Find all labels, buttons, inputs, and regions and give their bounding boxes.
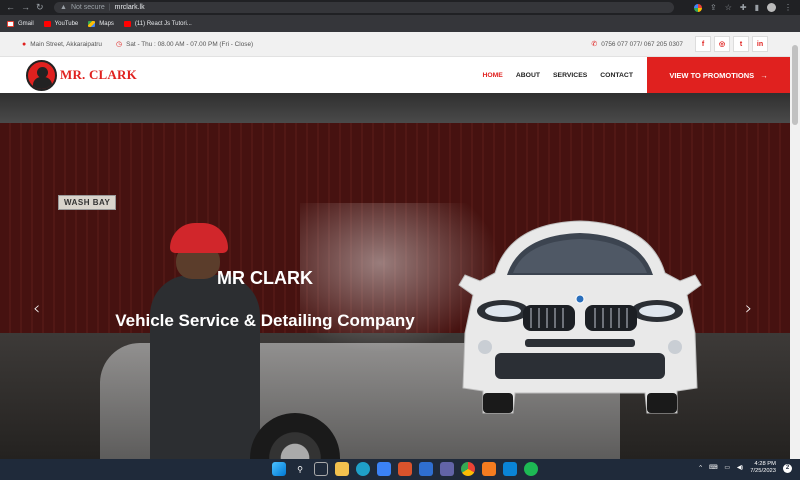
vscode-icon[interactable] [503, 462, 517, 476]
main-nav: HOME ABOUT SERVICES CONTACT [482, 72, 633, 79]
facebook-icon[interactable]: f [695, 36, 711, 52]
address-text: Main Street, Akkaraipatru [30, 40, 102, 48]
star-icon[interactable]: ☆ [725, 3, 732, 12]
clock-date: 7/25/2023 [750, 468, 776, 474]
forward-icon[interactable]: → [21, 2, 30, 13]
instagram-icon[interactable]: ◎ [714, 36, 730, 52]
site-topbar: ● Main Street, Akkaraipatru ◷ Sat - Thu … [0, 32, 790, 57]
hero-slider: WASH BAY MR CLARK Vehicle Service & Deta… [0, 93, 790, 459]
keyboard-icon[interactable]: ⌨ [709, 465, 717, 471]
scroll-thumb[interactable] [792, 45, 798, 125]
clock-time: 4:28 PM [754, 461, 776, 467]
wash-bay-sign: WASH BAY [58, 195, 117, 210]
reload-icon[interactable]: ↻ [36, 2, 44, 13]
logo[interactable]: MR. CLARK [26, 59, 137, 91]
back-icon[interactable]: ← [6, 2, 15, 13]
view-promotions-button[interactable]: VIEW TO PROMOTIONS → [647, 57, 790, 93]
edge-icon[interactable] [356, 462, 370, 476]
url-text: mrclark.lk [114, 4, 145, 11]
bookmark-gmail[interactable]: Gmail [7, 20, 34, 27]
chrome-icon[interactable] [461, 462, 475, 476]
location-pin-icon: ● [22, 40, 27, 48]
chevron-left-icon[interactable]: ‹ [33, 298, 40, 319]
profile-avatar[interactable] [767, 3, 776, 12]
network-icon[interactable]: ▭ [724, 465, 729, 471]
store-icon[interactable] [377, 462, 391, 476]
bookmark-youtube[interactable]: YouTube [43, 20, 78, 27]
nav-contact[interactable]: CONTACT [600, 72, 633, 79]
bookmark-react[interactable]: (11) React Js Tutori... [123, 20, 192, 27]
hero-title: MR CLARK [217, 268, 313, 288]
hours-text: Sat - Thu : 08.00 AM - 07.00 PM (Fri - C… [126, 40, 254, 48]
nav-services[interactable]: SERVICES [553, 72, 587, 79]
extensions-icon[interactable]: ✚ [740, 3, 747, 12]
worker-figure [140, 223, 260, 459]
site-header: MR. CLARK HOME ABOUT SERVICES CONTACT VI… [0, 57, 790, 93]
google-icon[interactable] [694, 3, 703, 12]
phone-icon: ✆ [591, 41, 598, 48]
page-scrollbar[interactable] [790, 32, 800, 459]
address-bar[interactable]: ▲ Not secure | mrclark.lk [54, 2, 674, 13]
share-icon[interactable]: ⇪ [710, 3, 717, 12]
maps-icon [88, 20, 96, 27]
windows-start-icon[interactable] [272, 462, 286, 476]
youtube-icon [43, 20, 51, 27]
task-view-icon[interactable] [314, 462, 328, 476]
phone-text: 0756 077 077/ 067 205 0307 [601, 40, 683, 48]
twitter-icon[interactable]: t [733, 36, 749, 52]
browser-toolbar: ← → ↻ ▲ Not secure | mrclark.lk ⇪ ☆ ✚ ▮ … [0, 0, 800, 15]
notification-badge[interactable]: 2 [783, 463, 792, 473]
office-icon[interactable] [398, 462, 412, 476]
bookmark-maps[interactable]: Maps [88, 20, 114, 27]
bmw-car-image [458, 220, 702, 414]
clock[interactable]: 4:28 PM 7/25/2023 [750, 461, 776, 475]
vlc-icon[interactable] [482, 462, 496, 476]
youtube-icon [123, 20, 131, 27]
teams-icon[interactable] [440, 462, 454, 476]
warning-icon: ▲ [60, 4, 67, 11]
search-icon[interactable]: ⚲ [293, 462, 307, 476]
menu-icon[interactable]: ⋮ [784, 3, 792, 12]
file-explorer-icon[interactable] [335, 462, 349, 476]
spotify-icon[interactable] [524, 462, 538, 476]
sidepanel-icon[interactable]: ▮ [755, 3, 759, 12]
hero-subtitle: Vehicle Service & Detailing Company [115, 311, 415, 330]
bookmarks-bar: Gmail YouTube Maps (11) React Js Tutori.… [0, 15, 800, 32]
nav-home[interactable]: HOME [482, 72, 502, 79]
windows-taskbar: ⚲ ^ ⌨ ▭ ◀) 4:28 PM 7/25/2023 2 [0, 459, 800, 480]
gmail-icon [7, 20, 14, 27]
logo-mark-icon [26, 59, 57, 91]
nav-about[interactable]: ABOUT [516, 72, 540, 79]
security-label: Not secure [70, 4, 105, 11]
logo-text: MR. CLARK [60, 67, 137, 82]
chevron-right-icon[interactable]: › [745, 298, 752, 319]
volume-icon[interactable]: ◀) [737, 465, 743, 471]
arrow-right-icon: → [760, 70, 768, 80]
linkedin-icon[interactable]: in [752, 36, 768, 52]
mail-icon[interactable] [419, 462, 433, 476]
chevron-up-icon[interactable]: ^ [699, 465, 702, 471]
clock-icon: ◷ [116, 41, 123, 48]
